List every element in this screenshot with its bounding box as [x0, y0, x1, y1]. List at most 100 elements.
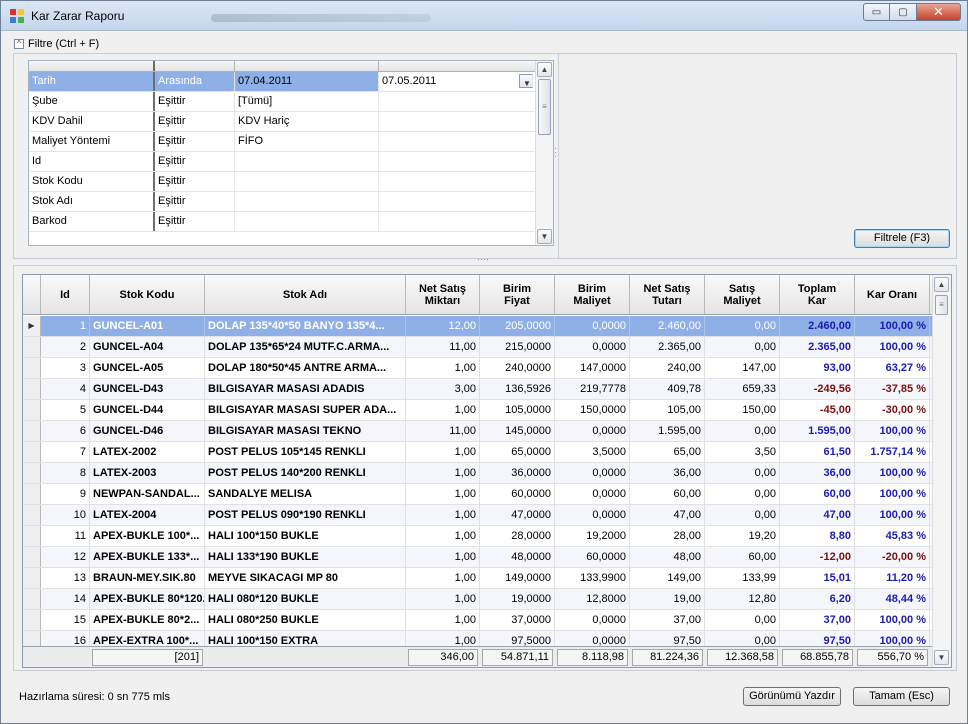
scroll-thumb[interactable]: ≡ — [935, 295, 948, 315]
scroll-thumb[interactable]: ≡ — [538, 79, 551, 135]
cell-stok-adi[interactable]: DOLAP 180*50*45 ANTRE ARMA... — [205, 358, 406, 378]
cell-stok-kodu[interactable]: GUNCEL-A05 — [90, 358, 205, 378]
filter-header[interactable]: ^ Filtre (Ctrl + F) — [14, 37, 99, 51]
cell-kar-orani[interactable]: 100,00 % — [855, 316, 930, 336]
cell-kar-orani[interactable]: 100,00 % — [855, 505, 930, 525]
cell-stok-adi[interactable]: HALI 100*150 EXTRA — [205, 631, 406, 646]
cell-birim-maliyet[interactable]: 133,9900 — [555, 568, 630, 588]
column-header-birim-maliyet[interactable]: Birim Maliyet — [555, 275, 630, 314]
filter-value-2[interactable] — [379, 212, 535, 231]
cell-id[interactable]: 6 — [41, 421, 90, 441]
filter-row[interactable]: Şube Eşittir [Tümü] — [29, 92, 535, 112]
cell-birim-fiyat[interactable]: 36,0000 — [480, 463, 555, 483]
cell-stok-kodu[interactable]: GUNCEL-D43 — [90, 379, 205, 399]
table-row[interactable]: 16 APEX-EXTRA 100*... HALI 100*150 EXTRA 1,… — [23, 631, 933, 646]
cell-net-satis-tutari[interactable]: 60,00 — [630, 484, 705, 504]
cell-toplam-kar[interactable]: 47,00 — [780, 505, 855, 525]
cell-kar-orani[interactable]: -30,00 % — [855, 400, 930, 420]
cell-kar-orani[interactable]: 100,00 % — [855, 610, 930, 630]
cell-birim-maliyet[interactable]: 0,0000 — [555, 631, 630, 646]
grid-scrollbar[interactable]: ▲ ≡ ▼ — [932, 275, 951, 667]
cell-id[interactable]: 2 — [41, 337, 90, 357]
cell-birim-fiyat[interactable]: 136,5926 — [480, 379, 555, 399]
cell-satis-maliyet[interactable]: 0,00 — [705, 421, 780, 441]
cell-stok-adi[interactable]: HALI 080*250 BUKLE — [205, 610, 406, 630]
filter-row[interactable]: Id Eşittir — [29, 152, 535, 172]
cell-birim-fiyat[interactable]: 97,5000 — [480, 631, 555, 646]
row-indicator[interactable] — [23, 463, 41, 483]
row-indicator[interactable] — [23, 337, 41, 357]
scroll-up-icon[interactable]: ▲ — [537, 62, 552, 77]
cell-kar-orani[interactable]: 100,00 % — [855, 463, 930, 483]
cell-satis-maliyet[interactable]: 0,00 — [705, 505, 780, 525]
cell-toplam-kar[interactable]: 37,00 — [780, 610, 855, 630]
filter-value-1[interactable] — [235, 152, 379, 171]
cell-stok-kodu[interactable]: APEX-EXTRA 100*... — [90, 631, 205, 646]
cell-stok-kodu[interactable]: GUNCEL-D44 — [90, 400, 205, 420]
cell-stok-adi[interactable]: POST PELUS 105*145 RENKLI — [205, 442, 406, 462]
cell-net-satis-miktari[interactable]: 1,00 — [406, 547, 480, 567]
cell-toplam-kar[interactable]: -249,56 — [780, 379, 855, 399]
cell-net-satis-tutari[interactable]: 240,00 — [630, 358, 705, 378]
cell-stok-kodu[interactable]: LATEX-2004 — [90, 505, 205, 525]
cell-satis-maliyet[interactable]: 0,00 — [705, 463, 780, 483]
cell-net-satis-tutari[interactable]: 149,00 — [630, 568, 705, 588]
filter-scrollbar[interactable]: ▲ ≡ ▼ — [535, 61, 553, 245]
table-row[interactable]: 2 GUNCEL-A04 DOLAP 135*65*24 MUTF.C.ARMA..… — [23, 337, 933, 358]
ok-button[interactable]: Tamam (Esc) — [853, 687, 950, 706]
table-row[interactable]: 4 GUNCEL-D43 BILGISAYAR MASASI ADADIS 3,00 1… — [23, 379, 933, 400]
cell-net-satis-tutari[interactable]: 65,00 — [630, 442, 705, 462]
cell-net-satis-tutari[interactable]: 36,00 — [630, 463, 705, 483]
cell-birim-maliyet[interactable]: 0,0000 — [555, 421, 630, 441]
table-row[interactable]: ▶ 1 GUNCEL-A01 DOLAP 135*40*50 BANYO 135*4.… — [23, 316, 933, 337]
filter-value-1[interactable] — [235, 192, 379, 211]
cell-birim-fiyat[interactable]: 37,0000 — [480, 610, 555, 630]
cell-kar-orani[interactable]: 100,00 % — [855, 337, 930, 357]
cell-birim-fiyat[interactable]: 47,0000 — [480, 505, 555, 525]
cell-birim-maliyet[interactable]: 147,0000 — [555, 358, 630, 378]
cell-net-satis-miktari[interactable]: 1,00 — [406, 400, 480, 420]
cell-id[interactable]: 3 — [41, 358, 90, 378]
cell-satis-maliyet[interactable]: 659,33 — [705, 379, 780, 399]
cell-kar-orani[interactable]: 11,20 % — [855, 568, 930, 588]
cell-id[interactable]: 9 — [41, 484, 90, 504]
cell-toplam-kar[interactable]: 6,20 — [780, 589, 855, 609]
cell-stok-kodu[interactable]: APEX-BUKLE 80*120... — [90, 589, 205, 609]
cell-satis-maliyet[interactable]: 60,00 — [705, 547, 780, 567]
cell-kar-orani[interactable]: 100,00 % — [855, 421, 930, 441]
column-header-satis-maliyet[interactable]: Satış Maliyet — [705, 275, 780, 314]
cell-net-satis-miktari[interactable]: 1,00 — [406, 484, 480, 504]
cell-kar-orani[interactable]: 100,00 % — [855, 484, 930, 504]
cell-stok-adi[interactable]: HALI 100*150 BUKLE — [205, 526, 406, 546]
filter-row[interactable]: Tarih Arasında 07.04.2011 07.05.2011 ▼ — [29, 72, 535, 92]
close-button[interactable]: ✕ — [917, 3, 961, 21]
row-indicator[interactable] — [23, 526, 41, 546]
row-indicator[interactable] — [23, 547, 41, 567]
cell-kar-orani[interactable]: 1.757,14 % — [855, 442, 930, 462]
cell-satis-maliyet[interactable]: 0,00 — [705, 316, 780, 336]
dropdown-icon[interactable]: ▼ — [519, 74, 533, 88]
cell-toplam-kar[interactable]: 36,00 — [780, 463, 855, 483]
cell-stok-kodu[interactable]: BRAUN-MEY.SIK.80 — [90, 568, 205, 588]
row-indicator[interactable] — [23, 379, 41, 399]
cell-net-satis-tutari[interactable]: 37,00 — [630, 610, 705, 630]
table-row[interactable]: 7 LATEX-2002 POST PELUS 105*145 RENKLI 1,00… — [23, 442, 933, 463]
cell-birim-fiyat[interactable]: 105,0000 — [480, 400, 555, 420]
cell-id[interactable]: 10 — [41, 505, 90, 525]
cell-id[interactable]: 7 — [41, 442, 90, 462]
cell-birim-maliyet[interactable]: 3,5000 — [555, 442, 630, 462]
row-indicator[interactable] — [23, 505, 41, 525]
cell-stok-adi[interactable]: MEYVE SIKACAGI MP 80 — [205, 568, 406, 588]
cell-birim-fiyat[interactable]: 60,0000 — [480, 484, 555, 504]
cell-id[interactable]: 8 — [41, 463, 90, 483]
cell-kar-orani[interactable]: -37,85 % — [855, 379, 930, 399]
cell-net-satis-miktari[interactable]: 3,00 — [406, 379, 480, 399]
cell-net-satis-tutari[interactable]: 28,00 — [630, 526, 705, 546]
cell-net-satis-tutari[interactable]: 2.365,00 — [630, 337, 705, 357]
cell-birim-maliyet[interactable]: 19,2000 — [555, 526, 630, 546]
cell-toplam-kar[interactable]: 8,80 — [780, 526, 855, 546]
scroll-down-icon[interactable]: ▼ — [934, 650, 949, 665]
cell-kar-orani[interactable]: 63,27 % — [855, 358, 930, 378]
row-indicator[interactable] — [23, 589, 41, 609]
cell-stok-kodu[interactable]: APEX-BUKLE 80*2... — [90, 610, 205, 630]
